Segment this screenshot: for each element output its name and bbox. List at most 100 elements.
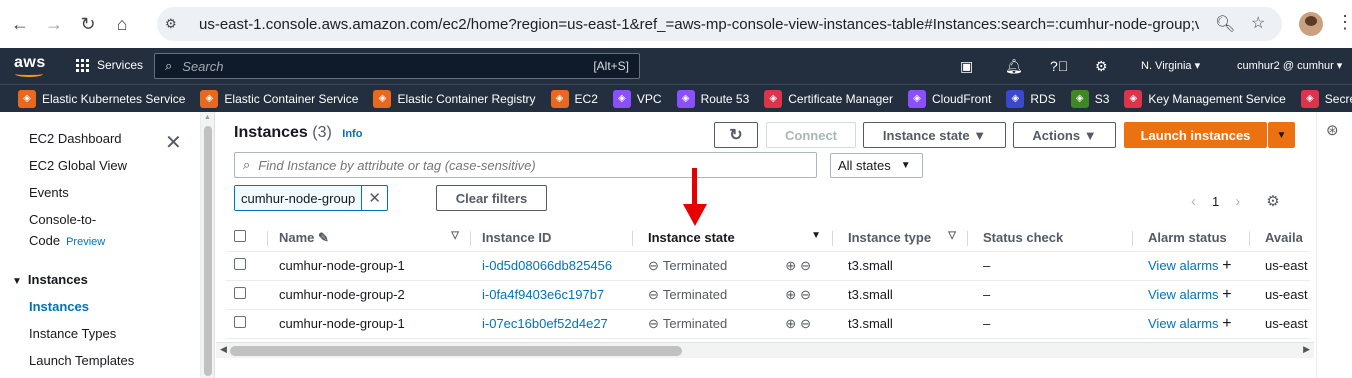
ec2-sidebar: EC2 Dashboard ✕ EC2 Global View Events C… [0, 112, 201, 378]
refresh-button[interactable]: ↻ [714, 122, 758, 148]
zoom-search-icon[interactable]: 🔍︎ [1215, 14, 1235, 34]
next-page-icon[interactable]: › [1235, 193, 1240, 210]
add-alarm-icon[interactable]: + [1222, 315, 1231, 332]
account-menu[interactable]: cumhur2 @ cumhur ▾ [1237, 59, 1342, 72]
col-instance-type[interactable]: Instance type ▽ [833, 225, 968, 252]
home-icon[interactable]: ⌂ [108, 10, 136, 38]
reload-icon[interactable]: ↻ [74, 10, 102, 38]
remove-filter-icon[interactable]: ✕ [361, 186, 387, 210]
row-checkbox[interactable] [234, 316, 246, 328]
preferences-gear-icon[interactable]: ⚙ [1266, 192, 1279, 210]
help-icon[interactable]: ?⃝ [1050, 58, 1068, 74]
region-selector[interactable]: N. Virginia ▾ [1141, 59, 1200, 72]
sidebar-section-instances[interactable]: ▼ Instances [12, 272, 88, 287]
site-info-icon[interactable]: ⚙ [165, 16, 185, 32]
sidebar-item-ec2-dashboard[interactable]: EC2 Dashboard [29, 131, 122, 146]
favorite-s3[interactable]: ◈ S3 [1070, 89, 1109, 108]
info-link[interactable]: Info [342, 128, 362, 140]
col-instance-id[interactable]: Instance ID [471, 225, 633, 252]
favorite-ec2[interactable]: ◈ EC2 [550, 89, 598, 108]
favorite-cloudfront[interactable]: ◈ CloudFront [907, 89, 991, 108]
browser-menu-icon[interactable]: ⋮ [1336, 12, 1352, 33]
connect-button[interactable]: Connect [766, 122, 856, 148]
view-alarms-link[interactable]: View alarms [1148, 287, 1219, 302]
profile-avatar[interactable] [1299, 12, 1323, 36]
row-checkbox[interactable] [234, 258, 246, 270]
zoom-out-icon[interactable]: ⊖ [800, 287, 815, 302]
add-alarm-icon[interactable]: + [1222, 286, 1231, 303]
col-alarm-status[interactable]: Alarm status [1133, 225, 1250, 252]
sidebar-item-instance-types[interactable]: Instance Types [29, 326, 116, 341]
zoom-in-icon[interactable]: ⊕ [785, 316, 800, 331]
help-panel-icon[interactable]: ⊛ [1326, 121, 1339, 139]
favorite-eks[interactable]: ◈ Elastic Kubernetes Service [18, 89, 185, 108]
col-status-check[interactable]: Status check [968, 225, 1133, 252]
zoom-out-icon[interactable]: ⊖ [800, 258, 815, 273]
instance-state-dropdown[interactable]: Instance state ▼ [863, 122, 1006, 148]
state-filter-select[interactable]: All states ▼ [830, 153, 923, 178]
scroll-right-icon[interactable]: ▶ [1303, 344, 1310, 355]
col-instance-state[interactable]: Instance state ▼ [633, 225, 833, 252]
instance-search-input[interactable] [258, 157, 799, 173]
view-alarms-link[interactable]: View alarms [1148, 316, 1219, 331]
zoom-in-icon[interactable]: ⊕ [785, 287, 800, 302]
back-arrow-icon[interactable]: ← [6, 10, 34, 38]
col-availability-zone[interactable]: Availa [1250, 225, 1310, 252]
sidebar-item-events[interactable]: Events [29, 185, 69, 200]
actions-dropdown[interactable]: Actions ▼ [1013, 122, 1116, 148]
table-row[interactable]: cumhur-node-group-1 i-07ec16b0ef52d4e27 ⊖ T… [226, 309, 1310, 339]
favorite-rds[interactable]: ◈ RDS [1006, 89, 1056, 108]
table-horizontal-scrollbar[interactable]: ◀ ▶ [216, 342, 1314, 358]
favorite-route53[interactable]: ◈ Route 53 [676, 89, 749, 108]
cloudshell-icon[interactable]: ▣ [960, 58, 973, 75]
aws-logo[interactable]: aws [14, 54, 46, 77]
table-row[interactable]: cumhur-node-group-2 i-0fa4f9403e6c197b7 ⊖ T… [226, 280, 1310, 310]
sidebar-item-console-to-code-2[interactable]: Code Preview [29, 233, 105, 248]
scroll-thumb[interactable] [230, 346, 682, 356]
notifications-bell-icon[interactable]: 🔔︎ [1005, 58, 1023, 75]
refresh-icon: ↻ [729, 127, 743, 144]
scroll-left-icon[interactable]: ◀ [220, 344, 227, 355]
terminated-icon: ⊖ [648, 315, 659, 331]
instance-id-link[interactable]: i-0d5d08066db825456 [482, 258, 612, 273]
sidebar-item-instances[interactable]: Instances [29, 299, 89, 314]
add-alarm-icon[interactable]: + [1222, 257, 1231, 274]
select-all-checkbox[interactable] [234, 230, 246, 243]
favorite-acm[interactable]: ◈ Certificate Manager [764, 89, 893, 108]
state-zoom-controls: ⊕⊖ [785, 258, 815, 274]
sidebar-item-global-view[interactable]: EC2 Global View [29, 158, 127, 173]
col-name[interactable]: Name ✎ ▽ [268, 225, 471, 252]
address-bar[interactable]: ⚙ us-east-1.console.aws.amazon.com/ec2/h… [157, 7, 1282, 41]
clear-filters-button[interactable]: Clear filters [436, 185, 547, 211]
bookmark-star-icon[interactable]: ☆ [1251, 13, 1265, 33]
row-checkbox[interactable] [234, 287, 246, 299]
sidebar-item-launch-templates[interactable]: Launch Templates [29, 353, 134, 368]
favorite-ecs[interactable]: ◈ Elastic Container Service [200, 89, 358, 108]
instance-id-link[interactable]: i-07ec16b0ef52d4e27 [482, 316, 608, 331]
zoom-out-icon[interactable]: ⊖ [800, 316, 815, 331]
favorite-ecr[interactable]: ◈ Elastic Container Registry [373, 89, 536, 108]
close-icon[interactable]: ✕ [165, 130, 182, 155]
prev-page-icon[interactable]: ‹ [1191, 193, 1196, 210]
sidebar-item-console-to-code[interactable]: Console-to- [29, 212, 96, 227]
acm-icon: ◈ [764, 89, 783, 108]
zoom-in-icon[interactable]: ⊕ [785, 258, 800, 273]
services-menu[interactable]: Services [76, 58, 143, 72]
view-alarms-link[interactable]: View alarms [1148, 258, 1219, 273]
forward-arrow-icon[interactable]: → [40, 10, 68, 38]
instance-search[interactable]: ⌕ [234, 152, 817, 178]
ec2-icon: ◈ [550, 89, 569, 108]
aws-search-input[interactable]: ⌕ Search [Alt+S] [154, 53, 640, 79]
launch-instances-caret[interactable]: ▼ [1268, 122, 1295, 148]
favorite-kms[interactable]: ◈ Key Management Service [1124, 89, 1286, 108]
table-row[interactable]: cumhur-node-group-1 i-0d5d08066db825456 ⊖ T… [226, 251, 1310, 281]
favorite-secrets[interactable]: ◈Secrets Ma [1300, 89, 1352, 108]
instance-id-link[interactable]: i-0fa4f9403e6c197b7 [482, 287, 604, 302]
terminated-icon: ⊖ [648, 257, 659, 273]
favorite-vpc[interactable]: ◈ VPC [612, 89, 662, 108]
sidebar-scrollbar[interactable] [201, 112, 215, 378]
settings-gear-icon[interactable]: ⚙ [1095, 58, 1108, 75]
launch-instances-button[interactable]: Launch instances [1124, 122, 1267, 148]
url-text[interactable]: us-east-1.console.aws.amazon.com/ec2/hom… [199, 16, 1199, 33]
page-number[interactable]: 1 [1212, 194, 1219, 209]
